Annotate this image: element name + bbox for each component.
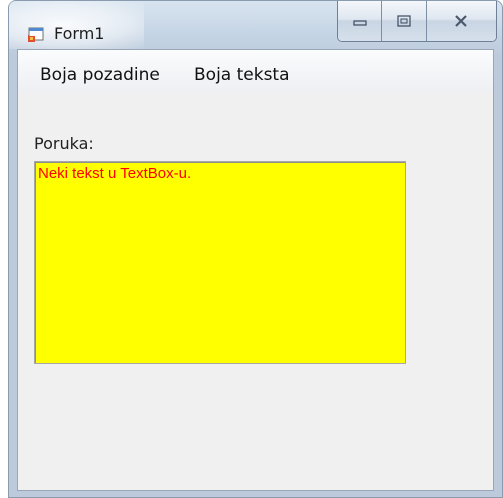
menu-item-boja-pozadine[interactable]: Boja pozadine <box>40 65 160 85</box>
minimize-icon <box>353 20 367 26</box>
maximize-icon <box>397 15 411 27</box>
winforms-app-icon <box>28 27 44 42</box>
app-window: Form1 Boja pozadine Boja teksta Poruka: … <box>8 0 503 498</box>
caption-buttons <box>337 1 497 42</box>
form-client-area: Boja pozadine Boja teksta Poruka: Neki t… <box>17 49 494 491</box>
menu-item-boja-teksta[interactable]: Boja teksta <box>194 65 290 85</box>
message-textbox-text: Neki tekst u TextBox-u. <box>38 165 192 182</box>
message-label: Poruka: <box>34 134 94 153</box>
minimize-button[interactable] <box>338 1 383 41</box>
menu-bar: Boja pozadine Boja teksta <box>18 50 493 92</box>
close-icon <box>455 15 468 27</box>
title-bar[interactable]: Form1 <box>9 1 502 49</box>
message-textbox[interactable]: Neki tekst u TextBox-u. <box>34 161 406 364</box>
window-title: Form1 <box>54 24 105 43</box>
close-button[interactable] <box>426 1 496 41</box>
maximize-button[interactable] <box>382 1 427 41</box>
